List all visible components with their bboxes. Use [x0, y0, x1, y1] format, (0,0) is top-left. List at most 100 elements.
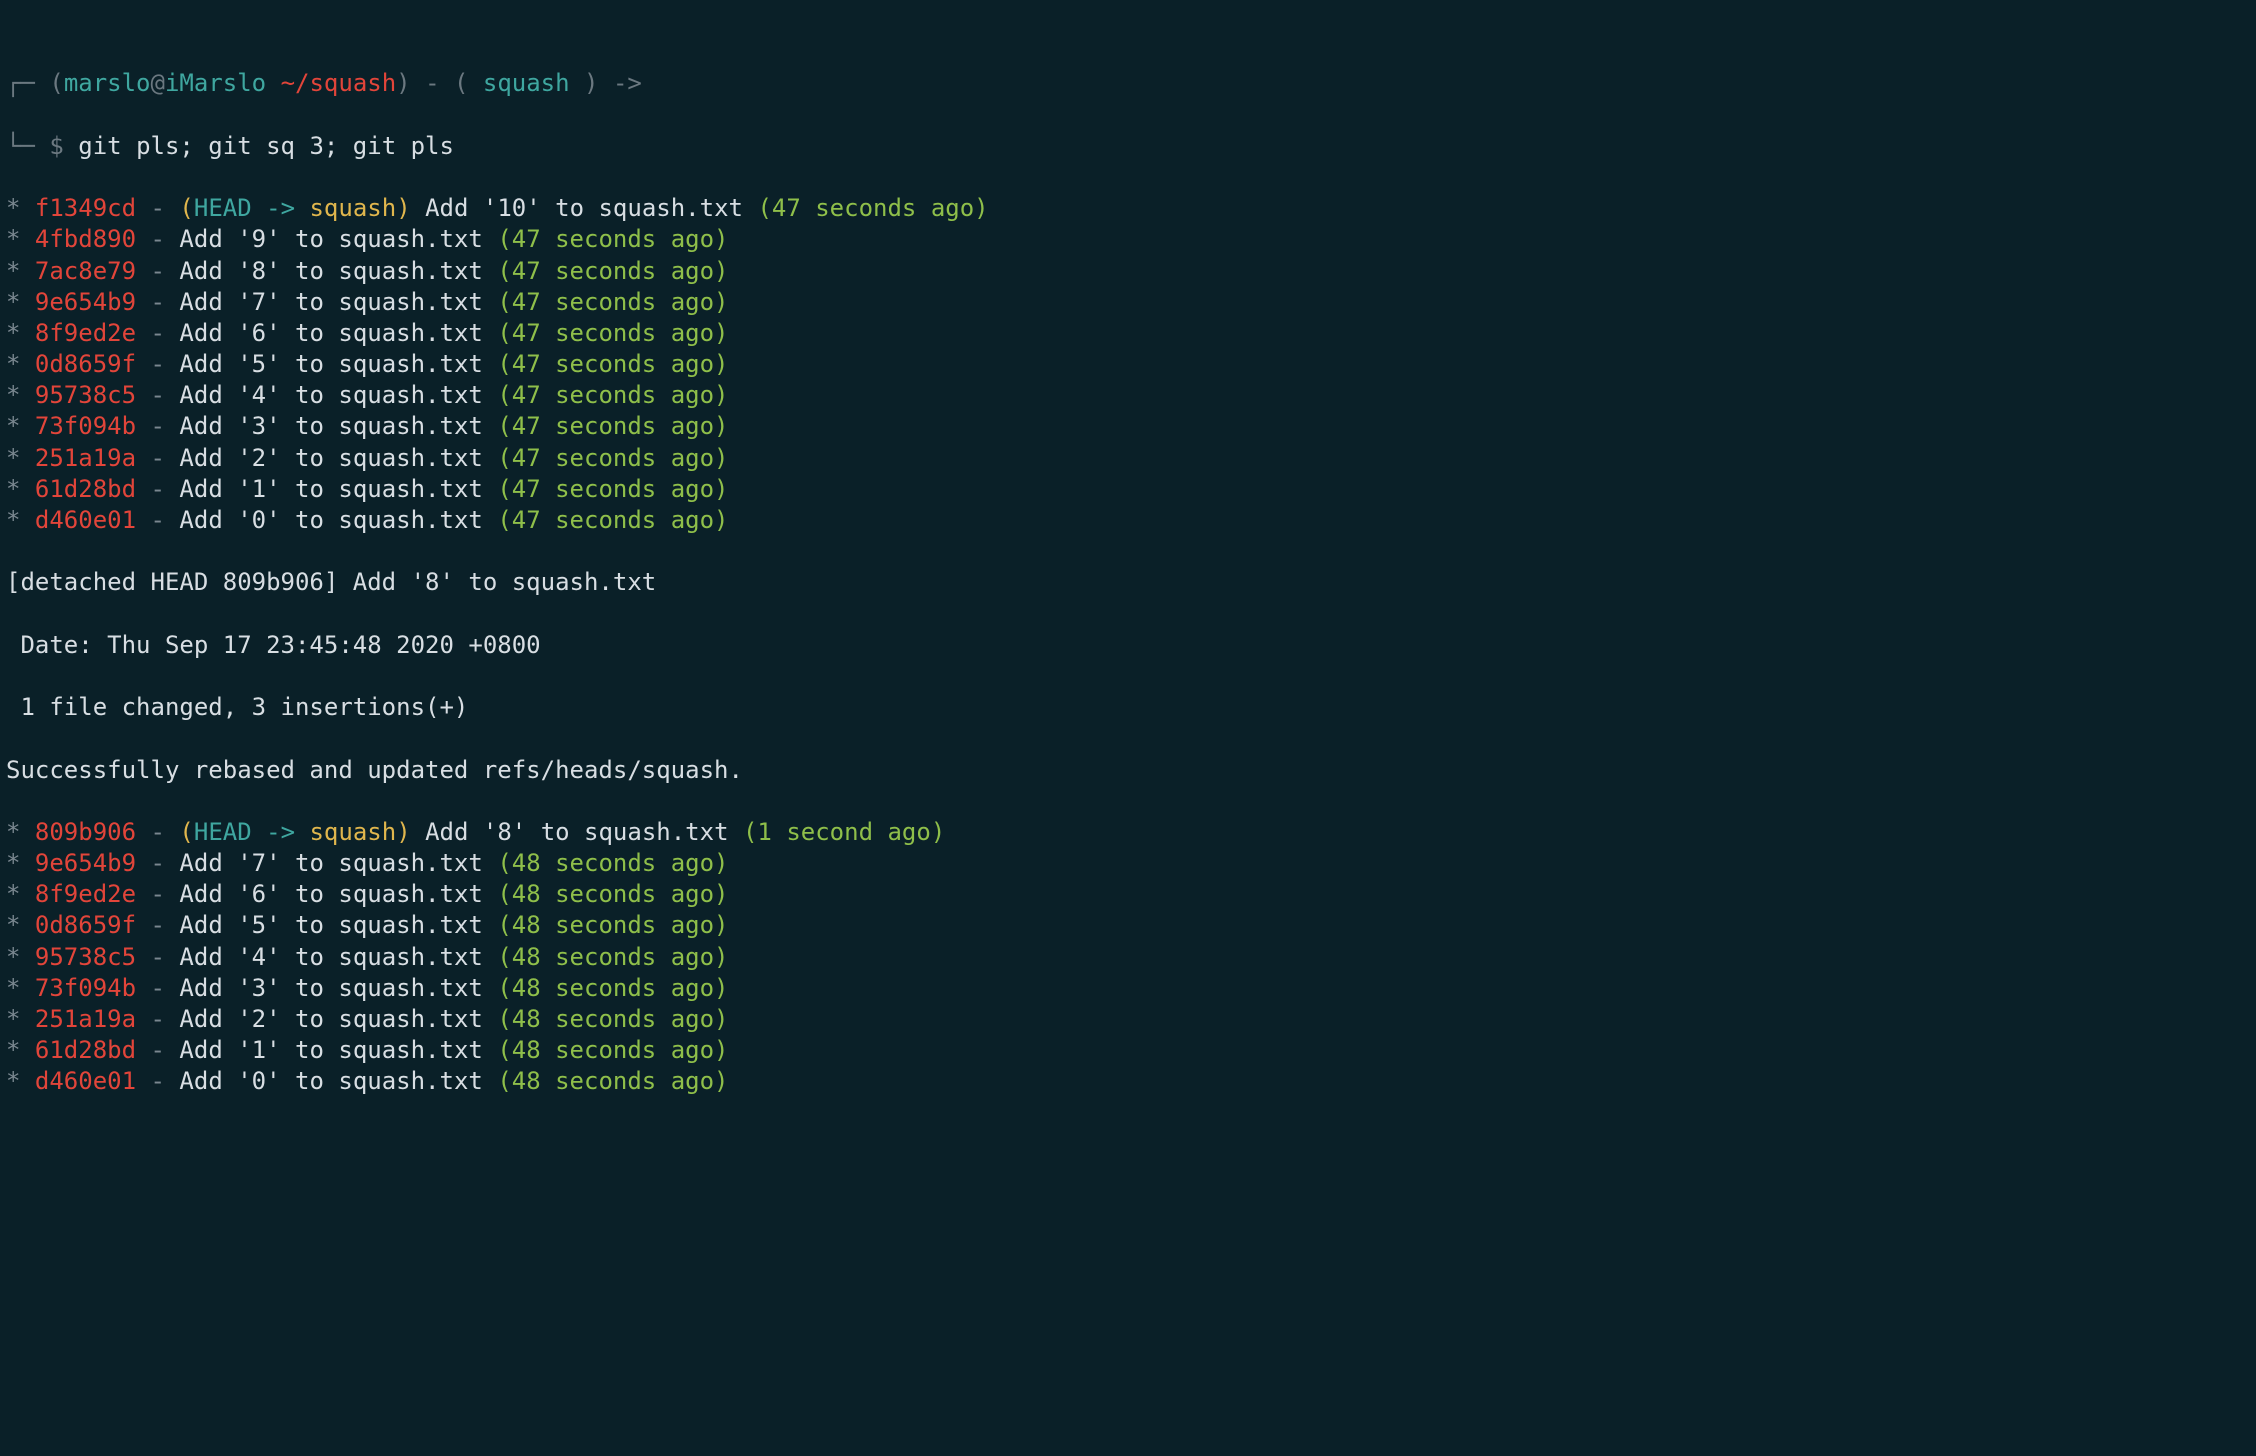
commit-hash: 809b906 — [35, 818, 136, 846]
graph-node-icon: * — [6, 943, 20, 971]
terminal[interactable]: ┌─ (marslo@iMarslo ~/squash) - ( squash … — [0, 0, 2256, 1139]
commit-row: * 61d28bd - Add '1' to squash.txt (47 se… — [6, 474, 2250, 505]
commit-age: (47 seconds ago) — [497, 444, 728, 472]
commit-age: (48 seconds ago) — [497, 880, 728, 908]
commit-hash: d460e01 — [35, 506, 136, 534]
prompt-corner2-icon: └─ — [6, 132, 35, 160]
commit-message: Add '4' to squash.txt — [179, 381, 482, 409]
commit-row: * 61d28bd - Add '1' to squash.txt (48 se… — [6, 1035, 2250, 1066]
prompt-arrow-icon: -> — [613, 69, 642, 97]
commit-message: Add '1' to squash.txt — [179, 1036, 482, 1064]
graph-node-icon: * — [6, 1036, 20, 1064]
commit-message: Add '6' to squash.txt — [179, 880, 482, 908]
commit-message: Add '2' to squash.txt — [179, 444, 482, 472]
commit-hash: 4fbd890 — [35, 225, 136, 253]
commit-row: * 4fbd890 - Add '9' to squash.txt (47 se… — [6, 224, 2250, 255]
commit-row: * 95738c5 - Add '4' to squash.txt (47 se… — [6, 380, 2250, 411]
prompt-line-2: └─ $ git pls; git sq 3; git pls — [6, 131, 2250, 162]
prompt-user: marslo — [64, 69, 151, 97]
prompt-dollar: $ — [49, 132, 63, 160]
commit-message: Add '3' to squash.txt — [179, 412, 482, 440]
commit-hash: 251a19a — [35, 1005, 136, 1033]
commit-row: * d460e01 - Add '0' to squash.txt (47 se… — [6, 505, 2250, 536]
commit-age: (48 seconds ago) — [497, 911, 728, 939]
commit-message: Add '2' to squash.txt — [179, 1005, 482, 1033]
graph-node-icon: * — [6, 194, 20, 222]
graph-node-icon: * — [6, 1005, 20, 1033]
commit-message: Add '10' to squash.txt — [425, 194, 743, 222]
graph-node-icon: * — [6, 444, 20, 472]
prompt-host: iMarslo — [165, 69, 266, 97]
graph-node-icon: * — [6, 849, 20, 877]
commit-row: * 0d8659f - Add '5' to squash.txt (47 se… — [6, 349, 2250, 380]
graph-node-icon: * — [6, 475, 20, 503]
commit-message: Add '9' to squash.txt — [179, 225, 482, 253]
graph-node-icon: * — [6, 880, 20, 908]
command-input[interactable]: git pls; git sq 3; git pls — [78, 132, 454, 160]
head-arrow-icon: -> — [266, 818, 295, 846]
branch-name: squash — [309, 194, 396, 222]
commit-row: * 8f9ed2e - Add '6' to squash.txt (47 se… — [6, 318, 2250, 349]
commit-row: * f1349cd - (HEAD -> squash) Add '10' to… — [6, 193, 2250, 224]
prompt-cwd: ~/squash — [281, 69, 397, 97]
commit-age: (47 seconds ago) — [497, 288, 728, 316]
commit-age: (47 seconds ago) — [497, 350, 728, 378]
git-log-after: * 809b906 - (HEAD -> squash) Add '8' to … — [6, 817, 2250, 1098]
prompt-corner-icon: ┌─ — [6, 69, 35, 97]
commit-date-line: Date: Thu Sep 17 23:45:48 2020 +0800 — [6, 630, 2250, 661]
commit-age: (48 seconds ago) — [497, 849, 728, 877]
commit-age: (47 seconds ago) — [497, 475, 728, 503]
commit-message: Add '0' to squash.txt — [179, 506, 482, 534]
commit-message: Add '8' to squash.txt — [179, 257, 482, 285]
commit-hash: 61d28bd — [35, 475, 136, 503]
head-arrow-icon: -> — [266, 194, 295, 222]
commit-row: * 8f9ed2e - Add '6' to squash.txt (48 se… — [6, 879, 2250, 910]
commit-hash: 73f094b — [35, 412, 136, 440]
commit-row: * 73f094b - Add '3' to squash.txt (48 se… — [6, 973, 2250, 1004]
commit-age: (47 seconds ago) — [497, 225, 728, 253]
ref-decoration: ( — [179, 818, 193, 846]
rebase-success-line: Successfully rebased and updated refs/he… — [6, 755, 2250, 786]
commit-row: * 9e654b9 - Add '7' to squash.txt (48 se… — [6, 848, 2250, 879]
ref-decoration: ( — [179, 194, 193, 222]
graph-node-icon: * — [6, 381, 20, 409]
commit-age: (48 seconds ago) — [497, 1005, 728, 1033]
commit-age: (47 seconds ago) — [497, 257, 728, 285]
commit-message: Add '5' to squash.txt — [179, 350, 482, 378]
graph-node-icon: * — [6, 319, 20, 347]
commit-message: Add '4' to squash.txt — [179, 943, 482, 971]
commit-row: * 251a19a - Add '2' to squash.txt (47 se… — [6, 443, 2250, 474]
commit-age: (47 seconds ago) — [497, 506, 728, 534]
commit-row: * 9e654b9 - Add '7' to squash.txt (47 se… — [6, 287, 2250, 318]
graph-node-icon: * — [6, 288, 20, 316]
commit-age: (48 seconds ago) — [497, 1036, 728, 1064]
graph-node-icon: * — [6, 974, 20, 1002]
graph-node-icon: * — [6, 257, 20, 285]
commit-age: (1 second ago) — [743, 818, 945, 846]
head-label: HEAD — [194, 194, 252, 222]
commit-message: Add '1' to squash.txt — [179, 475, 482, 503]
commit-message: Add '6' to squash.txt — [179, 319, 482, 347]
commit-age: (48 seconds ago) — [497, 1067, 728, 1095]
commit-message: Add '5' to squash.txt — [179, 911, 482, 939]
detached-head-line: [detached HEAD 809b906] Add '8' to squas… — [6, 567, 2250, 598]
commit-message: Add '7' to squash.txt — [179, 849, 482, 877]
commit-row: * 0d8659f - Add '5' to squash.txt (48 se… — [6, 910, 2250, 941]
graph-node-icon: * — [6, 506, 20, 534]
commit-age: (48 seconds ago) — [497, 943, 728, 971]
commit-hash: 9e654b9 — [35, 849, 136, 877]
commit-message: Add '8' to squash.txt — [425, 818, 728, 846]
head-label: HEAD — [194, 818, 252, 846]
commit-age: (47 seconds ago) — [497, 319, 728, 347]
commit-row: * 95738c5 - Add '4' to squash.txt (48 se… — [6, 942, 2250, 973]
branch-name: squash — [309, 818, 396, 846]
graph-node-icon: * — [6, 1067, 20, 1095]
git-log-before: * f1349cd - (HEAD -> squash) Add '10' to… — [6, 193, 2250, 536]
commit-hash: 8f9ed2e — [35, 319, 136, 347]
commit-hash: 95738c5 — [35, 381, 136, 409]
commit-message: Add '0' to squash.txt — [179, 1067, 482, 1095]
commit-hash: 8f9ed2e — [35, 880, 136, 908]
graph-node-icon: * — [6, 350, 20, 378]
graph-node-icon: * — [6, 412, 20, 440]
commit-hash: d460e01 — [35, 1067, 136, 1095]
